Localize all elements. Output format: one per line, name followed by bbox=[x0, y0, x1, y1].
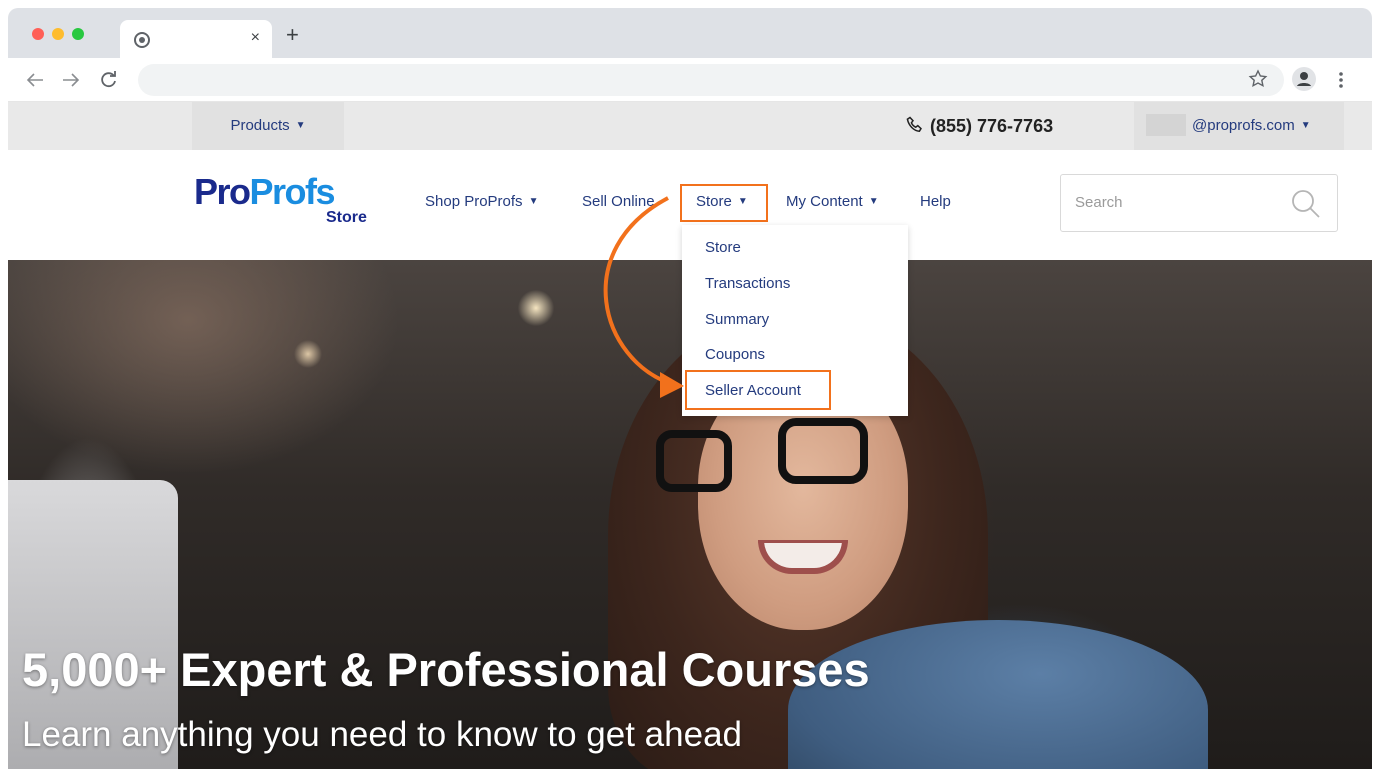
browser-tab[interactable]: × bbox=[120, 20, 272, 58]
dropdown-item-coupons[interactable]: Coupons bbox=[705, 345, 765, 365]
account-menu-button[interactable]: @proprofs.com ▼ bbox=[1134, 102, 1344, 150]
window-maximize-dot[interactable] bbox=[72, 28, 84, 40]
redacted-username bbox=[1146, 114, 1186, 136]
star-icon[interactable] bbox=[1248, 69, 1268, 89]
forward-arrow-icon[interactable] bbox=[62, 72, 80, 88]
nav-my-content-label: My Content bbox=[786, 193, 863, 210]
logo-part-pro: Pro bbox=[194, 171, 251, 212]
browser-tab-strip: × + bbox=[8, 8, 1372, 58]
store-highlight-box bbox=[680, 184, 768, 222]
proprofs-store-logo[interactable]: ProProfs Store bbox=[194, 172, 374, 232]
phone-number-text: (855) 776-7763 bbox=[930, 116, 1054, 136]
logo-subtitle: Store bbox=[326, 209, 367, 226]
back-arrow-icon[interactable] bbox=[26, 72, 44, 88]
nav-sell-label: Sell Online bbox=[582, 193, 655, 210]
phone-icon bbox=[906, 116, 922, 132]
dropdown-item-store[interactable]: Store bbox=[705, 238, 741, 258]
hero-glasses-left bbox=[656, 430, 732, 492]
seller-account-highlight-box bbox=[685, 370, 831, 410]
dropdown-item-summary[interactable]: Summary bbox=[705, 310, 769, 330]
products-label: Products bbox=[230, 117, 290, 134]
search-input[interactable]: Search bbox=[1060, 174, 1338, 232]
profile-icon[interactable] bbox=[1292, 67, 1316, 91]
logo-part-profs: Profs bbox=[249, 171, 336, 212]
kebab-menu-icon[interactable] bbox=[1338, 71, 1344, 89]
account-email: @proprofs.com bbox=[1192, 117, 1295, 134]
tab-close-icon[interactable]: × bbox=[251, 28, 260, 48]
reload-icon[interactable] bbox=[100, 71, 118, 89]
chevron-down-icon: ▼ bbox=[295, 120, 306, 131]
search-icon[interactable] bbox=[1291, 189, 1321, 219]
window-minimize-dot[interactable] bbox=[52, 28, 64, 40]
site-top-strip: Products ▼ (855) 776-7763 @proprofs.com ▼ bbox=[8, 102, 1372, 150]
browser-toolbar bbox=[8, 58, 1372, 102]
chrome-favicon-icon bbox=[134, 32, 150, 48]
products-menu-button[interactable]: Products ▼ bbox=[192, 102, 344, 150]
chevron-down-icon: ▼ bbox=[868, 196, 879, 207]
hero-glasses-right bbox=[778, 418, 868, 484]
window-close-dot[interactable] bbox=[32, 28, 44, 40]
nav-sell-online[interactable]: Sell Online bbox=[582, 188, 655, 216]
nav-help-label: Help bbox=[920, 193, 951, 210]
store-dropdown-menu: Store Transactions Summary Coupons Selle… bbox=[682, 225, 908, 416]
chevron-down-icon: ▼ bbox=[1300, 120, 1311, 131]
chevron-down-icon: ▼ bbox=[528, 196, 539, 207]
dropdown-item-transactions[interactable]: Transactions bbox=[705, 274, 790, 294]
nav-help[interactable]: Help bbox=[920, 188, 951, 216]
phone-number[interactable]: (855) 776-7763 bbox=[906, 102, 1053, 150]
nav-my-content[interactable]: My Content ▼ bbox=[786, 188, 879, 216]
search-placeholder: Search bbox=[1075, 194, 1123, 211]
nav-shop-label: Shop ProProfs bbox=[425, 193, 523, 210]
hero-title: 5,000+ Expert & Professional Courses bbox=[22, 643, 870, 696]
nav-shop-proprofs[interactable]: Shop ProProfs ▼ bbox=[425, 188, 538, 216]
address-bar[interactable] bbox=[138, 64, 1284, 96]
new-tab-button[interactable]: + bbox=[286, 24, 299, 46]
hero-subtitle: Learn anything you need to know to get a… bbox=[22, 715, 742, 754]
